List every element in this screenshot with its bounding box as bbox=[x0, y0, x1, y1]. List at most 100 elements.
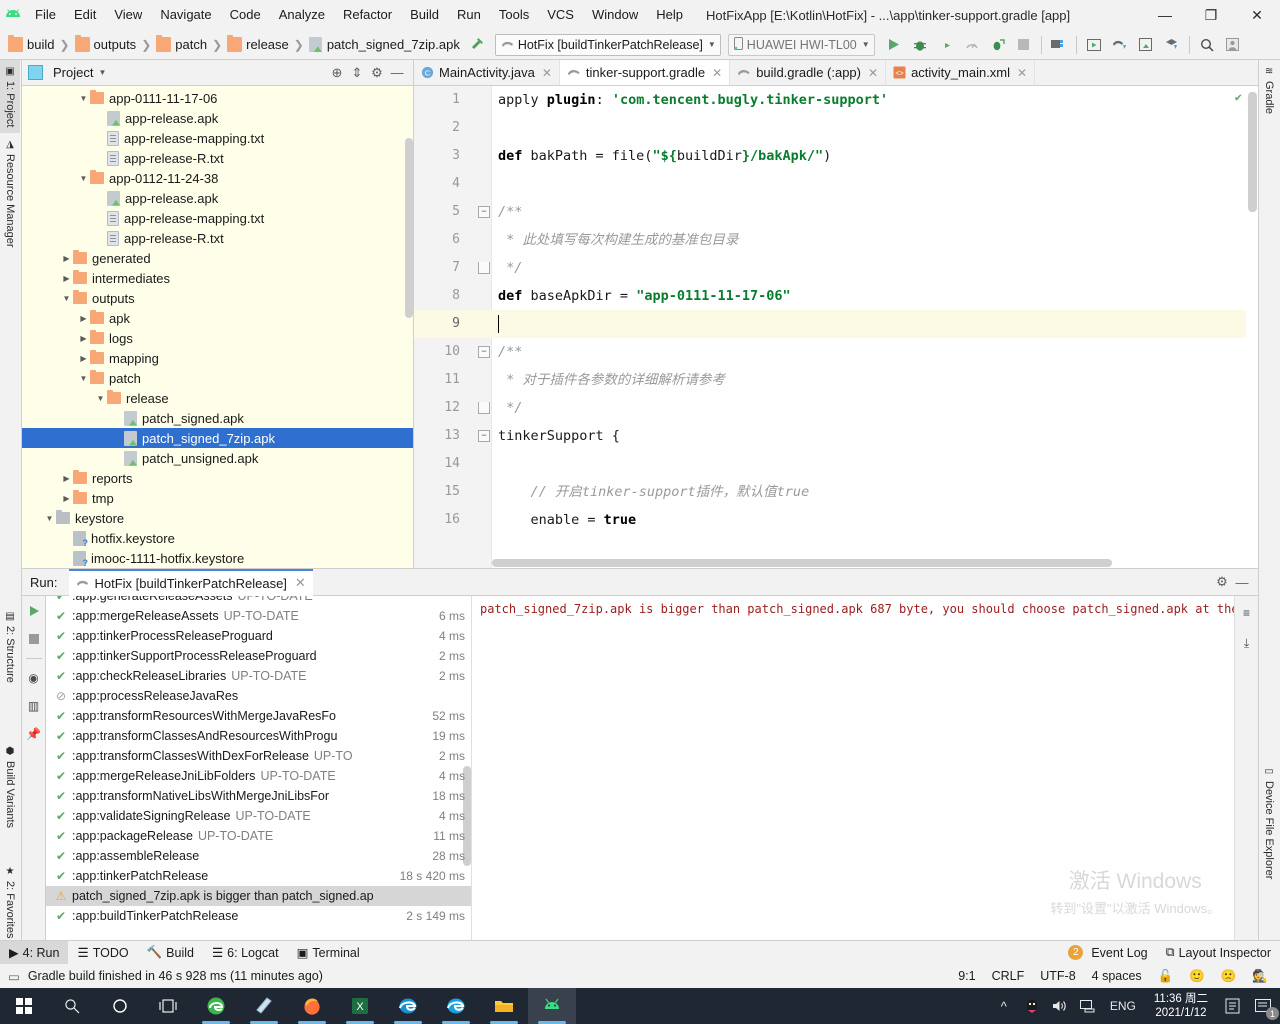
event-log-button[interactable]: 2 Event Log bbox=[1059, 941, 1156, 965]
scrollbar-thumb[interactable] bbox=[492, 559, 1112, 567]
tree-node[interactable]: app-release-R.txt bbox=[22, 228, 413, 248]
task-row[interactable]: ✔:app:validateSigningRelease UP-TO-DATE 4 … bbox=[46, 806, 471, 826]
code-line[interactable]: 11 * 对于插件各参数的详细解析请参考 bbox=[414, 366, 1258, 394]
file-encoding[interactable]: UTF-8 bbox=[1032, 969, 1083, 983]
fold-collapse-icon[interactable]: − bbox=[478, 346, 490, 358]
sidebar-item-resource-manager[interactable]: ◮ Resource Manager bbox=[0, 133, 20, 254]
twisty-collapsed-icon[interactable]: ▶ bbox=[60, 494, 73, 503]
tree-node[interactable]: ▶ generated bbox=[22, 248, 413, 268]
task-row[interactable]: ✔:app:checkReleaseLibraries UP-TO-DATE 2 m… bbox=[46, 666, 471, 686]
tree-node[interactable]: patch_unsigned.apk bbox=[22, 448, 413, 468]
task-row[interactable]: ✔:app:transformNativeLibsWithMergeJniLib… bbox=[46, 786, 471, 806]
start-icon[interactable] bbox=[0, 988, 48, 1024]
code-line[interactable]: 5 −/** bbox=[414, 198, 1258, 226]
code-line[interactable]: 3 def bakPath = file("${buildDir}/bakApk/… bbox=[414, 142, 1258, 170]
tree-node[interactable]: ▼ outputs bbox=[22, 288, 413, 308]
breadcrumb-item-patch[interactable]: patch ❯ bbox=[156, 35, 227, 52]
gear-icon[interactable]: ⚙ bbox=[1212, 572, 1232, 592]
close-button[interactable]: ✕ bbox=[1234, 0, 1280, 30]
tree-node[interactable]: ▶ mapping bbox=[22, 348, 413, 368]
code-editor[interactable]: 1 apply plugin: 'com.tencent.bugly.tinker… bbox=[414, 86, 1258, 568]
tree-node[interactable]: app-release.apk bbox=[22, 108, 413, 128]
tree-node[interactable]: patch_signed.apk bbox=[22, 408, 413, 428]
sidebar-item-device-file-explorer[interactable]: ▭ Device File Explorer bbox=[1259, 760, 1279, 885]
menu-vcs[interactable]: VCS bbox=[538, 0, 583, 30]
editor-horizontal-scrollbar[interactable] bbox=[492, 557, 1244, 568]
layout-inspector-button[interactable]: ⧉ Layout Inspector bbox=[1157, 941, 1280, 965]
edge-legacy-icon[interactable] bbox=[192, 988, 240, 1024]
tree-node[interactable]: ▼ app-0112-11-24-38 bbox=[22, 168, 413, 188]
soft-wrap-icon[interactable]: ≡ bbox=[1237, 604, 1257, 622]
stop-button[interactable] bbox=[24, 630, 44, 648]
tool-tab-logcat[interactable]: ☰ 6: Logcat bbox=[203, 941, 288, 965]
code-line[interactable]: 6 * 此处填写每次构建生成的基准包目录 bbox=[414, 226, 1258, 254]
sidebar-item-gradle[interactable]: ≋ Gradle bbox=[1259, 60, 1279, 120]
code-line[interactable]: 8 def baseApkDir = "app-0111-11-17-06" bbox=[414, 282, 1258, 310]
twisty-expanded-icon[interactable]: ▼ bbox=[77, 94, 90, 103]
tree-node-selected[interactable]: patch_signed_7zip.apk bbox=[22, 428, 413, 448]
task-row-warning[interactable]: ⚠ patch_signed_7zip.apk is bigger than pa… bbox=[46, 886, 471, 906]
fold-collapse-icon[interactable]: − bbox=[478, 430, 490, 442]
inspection-status-icon[interactable]: ✔ bbox=[1235, 90, 1242, 104]
code-line[interactable]: 2 bbox=[414, 114, 1258, 142]
tree-node[interactable]: app-release-mapping.txt bbox=[22, 208, 413, 228]
code-line[interactable]: 13 − tinkerSupport { bbox=[414, 422, 1258, 450]
pin-icon[interactable]: 📌 bbox=[24, 725, 44, 743]
task-row[interactable]: ⊘:app:processReleaseJavaRes bbox=[46, 686, 471, 706]
menu-help[interactable]: Help bbox=[647, 0, 692, 30]
code-line[interactable]: 16 enable = true bbox=[414, 506, 1258, 534]
code-line[interactable]: 4 bbox=[414, 170, 1258, 198]
editor-tab[interactable]: tinker-support.gradle ✕ bbox=[559, 60, 731, 85]
edge-icon[interactable] bbox=[432, 988, 480, 1024]
task-row[interactable]: ✔:app:transformResourcesWithMergeJavaRes… bbox=[46, 706, 471, 726]
code-line[interactable]: 12 */ bbox=[414, 394, 1258, 422]
ime-icon[interactable] bbox=[1218, 988, 1246, 1024]
tree-node[interactable]: ▶ apk bbox=[22, 308, 413, 328]
close-icon[interactable]: ✕ bbox=[712, 66, 722, 80]
task-row[interactable]: ✔:app:tinkerSupportProcessReleaseProguar… bbox=[46, 646, 471, 666]
menu-refactor[interactable]: Refactor bbox=[334, 0, 401, 30]
tree-node[interactable]: app-release-R.txt bbox=[22, 148, 413, 168]
task-row[interactable]: ✔:app:mergeReleaseJniLibFolders UP-TO-DAT… bbox=[46, 766, 471, 786]
fold-end-icon[interactable] bbox=[478, 402, 490, 414]
tree-node[interactable]: ▶ tmp bbox=[22, 488, 413, 508]
search-icon[interactable] bbox=[48, 988, 96, 1024]
menu-build[interactable]: Build bbox=[401, 0, 448, 30]
tree-node[interactable]: ▼ keystore bbox=[22, 508, 413, 528]
run-button[interactable] bbox=[881, 32, 907, 58]
search-everywhere-icon[interactable] bbox=[1194, 32, 1220, 58]
menu-view[interactable]: View bbox=[105, 0, 151, 30]
breadcrumb-item-outputs[interactable]: outputs ❯ bbox=[74, 35, 157, 52]
sdk-manager-button[interactable] bbox=[1046, 32, 1072, 58]
tree-node[interactable]: hotfix.keystore bbox=[22, 528, 413, 548]
task-row[interactable]: ✔:app:buildTinkerPatchRelease 2 s 149 ms bbox=[46, 906, 471, 926]
run-with-coverage-button[interactable] bbox=[933, 32, 959, 58]
console-output[interactable]: patch_signed_7zip.apk is bigger than pat… bbox=[472, 596, 1258, 941]
apk-analyzer-button[interactable] bbox=[1159, 32, 1185, 58]
twisty-expanded-icon[interactable]: ▼ bbox=[77, 374, 90, 383]
breadcrumb-item-build[interactable]: build ❯ bbox=[8, 35, 75, 52]
menu-file[interactable]: File bbox=[26, 0, 65, 30]
editor-tab[interactable]: C MainActivity.java ✕ bbox=[414, 60, 560, 85]
notes-icon[interactable] bbox=[240, 988, 288, 1024]
layout-toggle-icon[interactable]: ▥ bbox=[24, 697, 44, 715]
status-icon[interactable]: ▭ bbox=[0, 969, 28, 984]
code-line[interactable]: 14 bbox=[414, 450, 1258, 478]
tree-node[interactable]: ▶ intermediates bbox=[22, 268, 413, 288]
code-line[interactable]: 10 −/** bbox=[414, 338, 1258, 366]
tree-node[interactable]: ▶ reports bbox=[22, 468, 413, 488]
excel-icon[interactable]: X bbox=[336, 988, 384, 1024]
menu-window[interactable]: Window bbox=[583, 0, 647, 30]
layout-inspector-button[interactable] bbox=[1133, 32, 1159, 58]
network-icon[interactable] bbox=[1074, 988, 1102, 1024]
editor-tab[interactable]: <> activity_main.xml ✕ bbox=[886, 60, 1036, 85]
indent-setting[interactable]: 4 spaces bbox=[1084, 969, 1150, 983]
sidebar-item-favorites[interactable]: ★ 2: Favorites bbox=[0, 860, 20, 944]
menu-run[interactable]: Run bbox=[448, 0, 490, 30]
menu-bar[interactable]: File Edit View Navigate Code Analyze Ref… bbox=[26, 0, 692, 30]
tree-node[interactable]: ▼ patch bbox=[22, 368, 413, 388]
close-icon[interactable]: ✕ bbox=[295, 575, 306, 591]
run-session-tab[interactable]: HotFix [buildTinkerPatchRelease] ✕ bbox=[69, 568, 313, 596]
hector-inspection-icon[interactable]: 🕵 bbox=[1244, 969, 1280, 984]
cortana-icon[interactable] bbox=[96, 988, 144, 1024]
